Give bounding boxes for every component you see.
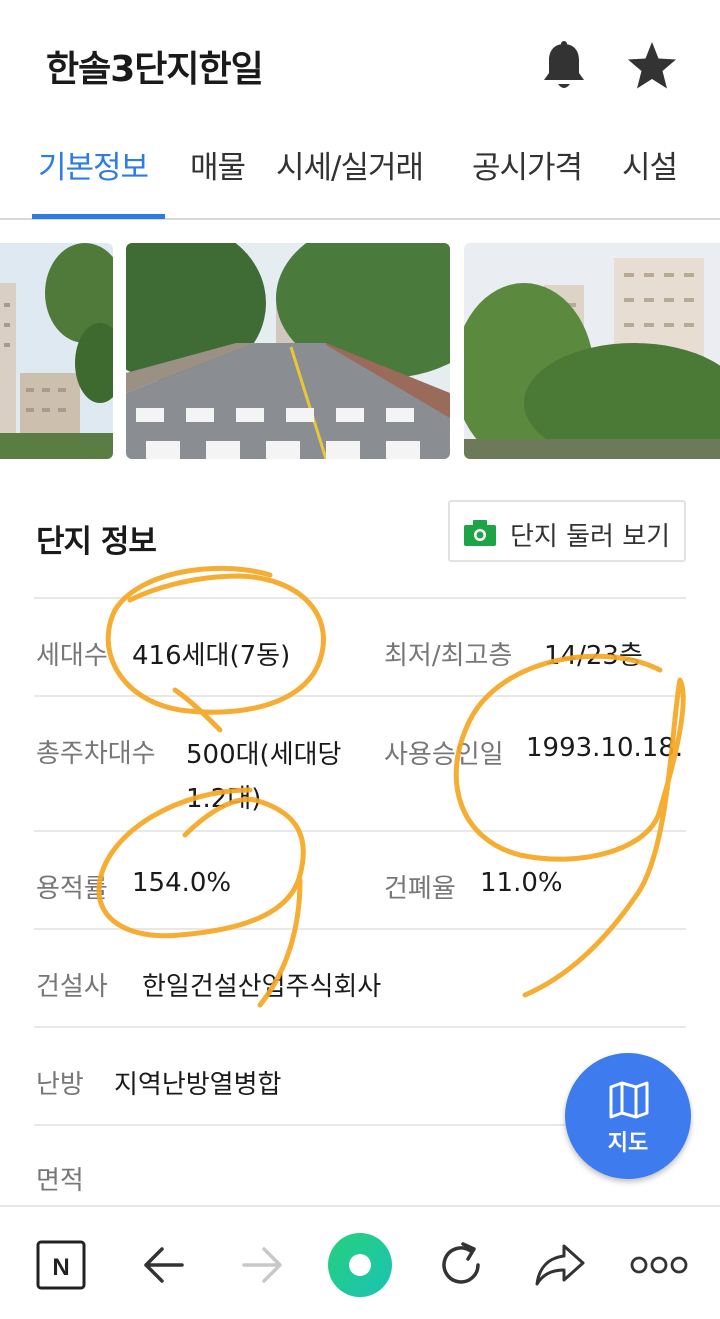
page-title: 한솔3단지한일 bbox=[46, 49, 264, 90]
complex-photo-1[interactable] bbox=[0, 243, 113, 459]
builder-label: 건설사 bbox=[36, 972, 108, 1002]
complex-photo-3[interactable] bbox=[464, 243, 720, 459]
naver-home-icon[interactable]: N bbox=[36, 1240, 86, 1290]
approval-label: 사용승인일 bbox=[384, 740, 504, 770]
bcr-value: 11.0% bbox=[480, 868, 563, 898]
naver-home-letter: N bbox=[52, 1254, 69, 1281]
map-button[interactable]: 지도 bbox=[565, 1053, 691, 1179]
heating-label: 난방 bbox=[36, 1070, 84, 1100]
floors-value: 14/23층 bbox=[544, 641, 643, 671]
floors-label: 최저/최고층 bbox=[384, 641, 513, 671]
info-row: 용적률 154.0% 건폐율 11.0% bbox=[34, 830, 686, 928]
star-icon[interactable] bbox=[626, 40, 678, 92]
far-value: 154.0% bbox=[132, 868, 232, 898]
area-label: 면적 bbox=[36, 1166, 84, 1196]
back-arrow-icon[interactable] bbox=[140, 1245, 186, 1285]
tour-button-label: 단지 둘러 보기 bbox=[510, 522, 671, 552]
tab-listings[interactable]: 매물 bbox=[190, 142, 246, 187]
households-label: 세대수 bbox=[36, 641, 108, 671]
section-title: 단지 정보 bbox=[36, 524, 157, 560]
complex-photo-2[interactable] bbox=[126, 243, 450, 459]
tab-basic-info[interactable]: 기본정보 bbox=[38, 142, 149, 187]
approval-value: 1993.10.18. bbox=[526, 733, 684, 763]
tab-facilities[interactable]: 시설 bbox=[622, 142, 678, 187]
browser-bottom-bar: N bbox=[0, 1205, 720, 1319]
tab-official-price[interactable]: 공시가격 bbox=[472, 142, 583, 187]
info-row: 총주차대수 500대(세대당 1.2대) 사용승인일 1993.10.18. bbox=[34, 695, 686, 830]
map-button-label: 지도 bbox=[607, 1131, 649, 1156]
complex-tour-button[interactable]: 단지 둘러 보기 bbox=[448, 500, 686, 562]
bcr-label: 건폐율 bbox=[384, 874, 456, 904]
info-row: 세대수 416세대(7동) 최저/최고층 14/23층 bbox=[34, 597, 686, 695]
far-label: 용적률 bbox=[36, 874, 108, 904]
photo-carousel[interactable] bbox=[0, 243, 720, 459]
parking-label: 총주차대수 bbox=[36, 739, 156, 769]
bell-icon[interactable] bbox=[540, 40, 588, 94]
households-value: 416세대(7동) bbox=[132, 641, 291, 671]
parking-value: 500대(세대당 1.2대) bbox=[186, 740, 342, 814]
info-row: 건설사 한일건설산업주식회사 bbox=[34, 928, 686, 1026]
forward-arrow-icon[interactable] bbox=[240, 1245, 286, 1285]
tab-bar: 기본정보 매물 시세/실거래 공시가격 시설 bbox=[0, 130, 720, 220]
heating-value: 지역난방열병합 bbox=[114, 1070, 282, 1100]
refresh-icon[interactable] bbox=[436, 1240, 486, 1290]
tab-market-price[interactable]: 시세/실거래 bbox=[276, 142, 424, 187]
camera-icon bbox=[464, 520, 496, 546]
green-dot-icon[interactable] bbox=[326, 1231, 394, 1299]
more-icon[interactable] bbox=[630, 1255, 688, 1275]
app-header: 한솔3단지한일 bbox=[0, 0, 720, 130]
share-icon[interactable] bbox=[534, 1243, 586, 1287]
active-tab-indicator bbox=[32, 214, 165, 219]
map-icon bbox=[609, 1081, 649, 1119]
builder-value: 한일건설산업주식회사 bbox=[142, 972, 382, 1002]
